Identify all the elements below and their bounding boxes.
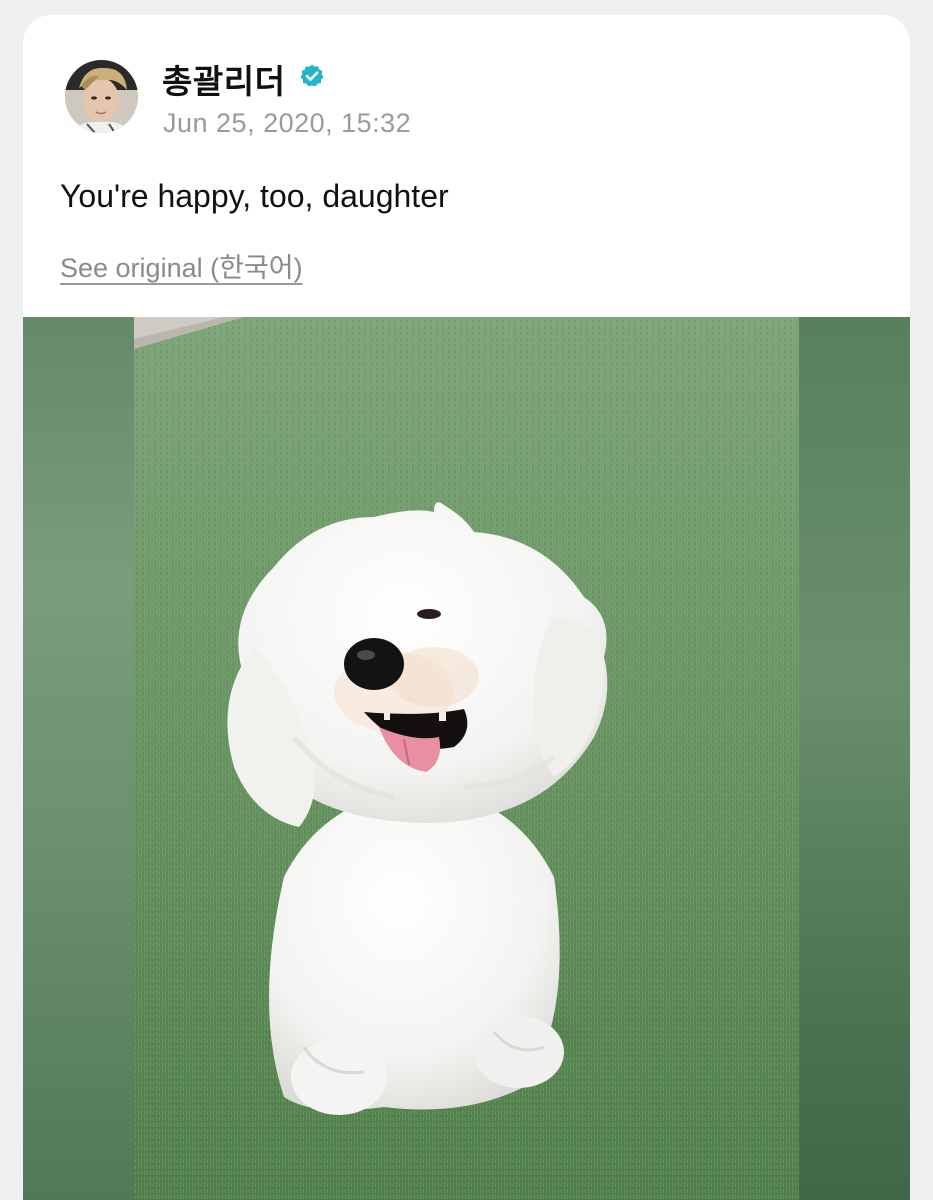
- author-name[interactable]: 총괄리더: [162, 55, 285, 103]
- post-media[interactable]: [23, 317, 910, 1200]
- white-dog-on-grass-icon: [134, 317, 799, 1200]
- avatar[interactable]: [65, 60, 138, 133]
- post-card: 총괄리더 Jun 25, 2020, 15:32 You're happy, t…: [23, 15, 910, 1200]
- post-text: You're happy, too, daughter: [60, 178, 449, 214]
- post-header: 총괄리더 Jun 25, 2020, 15:32 You're happy, t…: [23, 15, 910, 317]
- media-blur-left: [23, 317, 134, 1200]
- post-timestamp: Jun 25, 2020, 15:32: [163, 108, 412, 138]
- see-original-link[interactable]: See original (한국어): [60, 246, 303, 285]
- page: 총괄리더 Jun 25, 2020, 15:32 You're happy, t…: [0, 0, 933, 1200]
- verified-badge-icon: [300, 64, 324, 87]
- profile-avatar-icon: [65, 60, 138, 133]
- media-blur-right: [799, 317, 910, 1200]
- post-photo[interactable]: [134, 317, 799, 1200]
